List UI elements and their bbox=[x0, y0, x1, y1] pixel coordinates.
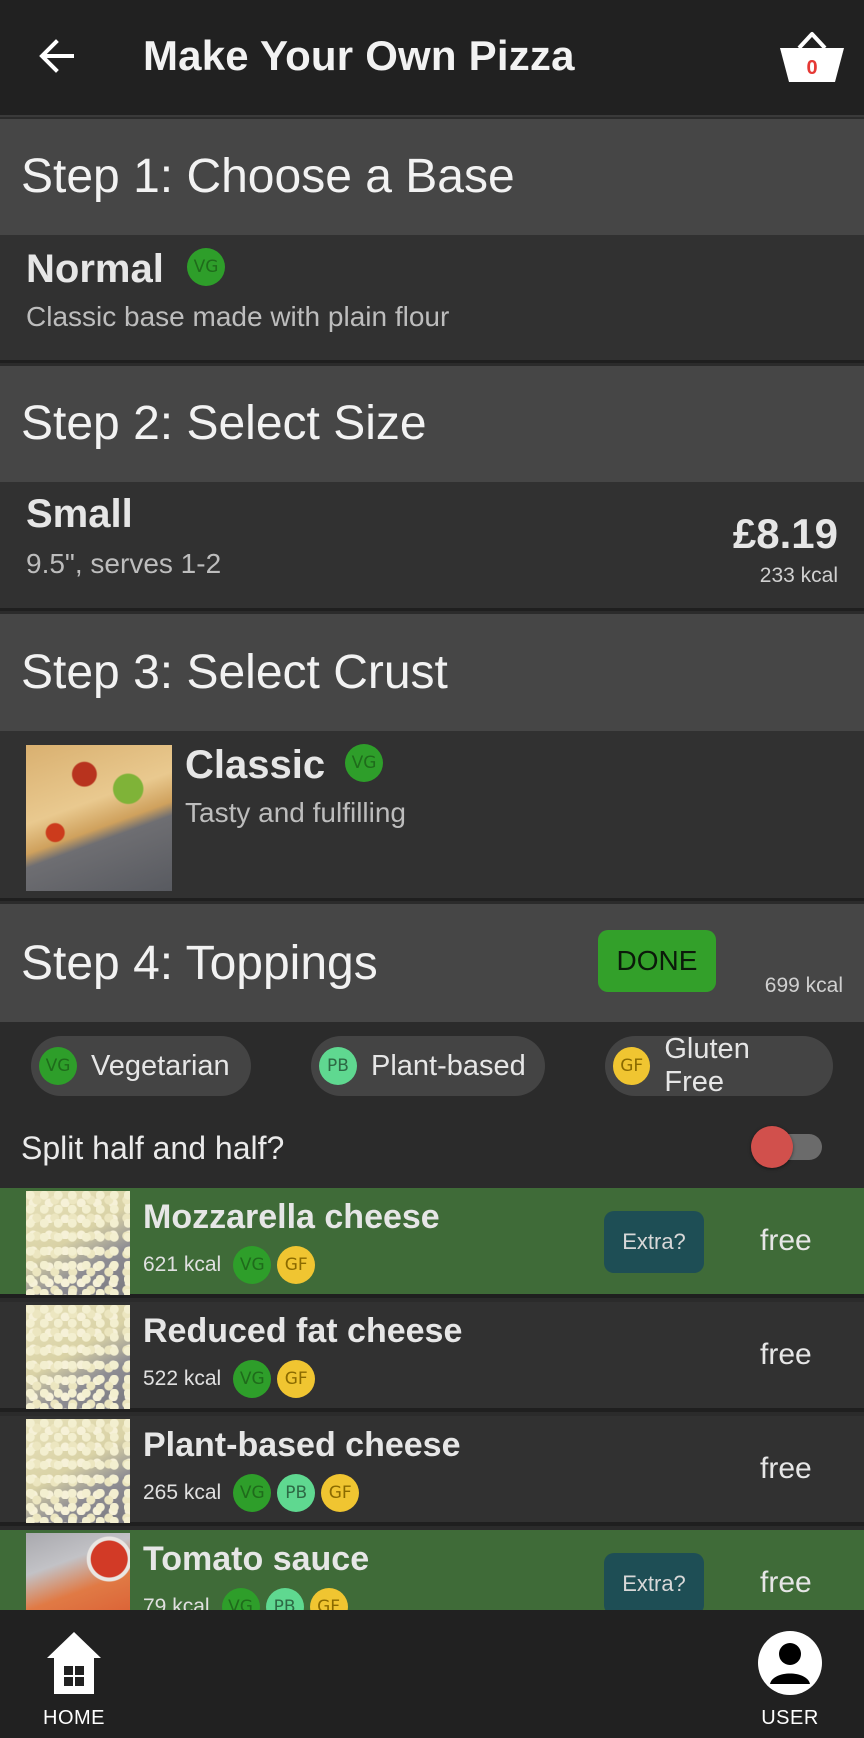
toppings-kcal: 699 kcal bbox=[764, 974, 843, 997]
vegetarian-badge-icon: VG bbox=[39, 1047, 77, 1085]
user-icon bbox=[758, 1631, 822, 1695]
topping-image bbox=[26, 1305, 130, 1409]
size-kcal: 233 kcal bbox=[759, 564, 838, 587]
extra-button[interactable]: Extra? bbox=[604, 1211, 704, 1273]
top-app-bar: Make Your Own Pizza 0 bbox=[0, 0, 864, 117]
topping-kcal: 621 kcal bbox=[143, 1253, 222, 1276]
gluten-free-badge-icon: GF bbox=[321, 1474, 360, 1512]
topping-price: free bbox=[760, 1224, 812, 1257]
extra-button[interactable]: Extra? bbox=[604, 1553, 704, 1615]
crust-name: Classic bbox=[185, 743, 326, 787]
vegetarian-badge-icon: VG bbox=[345, 744, 383, 782]
step2-header[interactable]: Step 2: Select Size bbox=[0, 366, 864, 482]
step2-heading: Step 2: Select Size bbox=[21, 397, 427, 450]
vegetarian-badge-icon: VG bbox=[187, 248, 225, 286]
size-description: 9.5", serves 1-2 bbox=[26, 548, 222, 579]
filter-label: Plant-based bbox=[371, 1049, 526, 1082]
vegetarian-badge-icon: VG bbox=[233, 1474, 272, 1512]
split-half-label: Split half and half? bbox=[21, 1130, 285, 1166]
crust-image bbox=[26, 745, 172, 891]
split-toggle-switch[interactable] bbox=[751, 1126, 793, 1168]
step3-header[interactable]: Step 3: Select Crust bbox=[0, 614, 864, 731]
nav-user[interactable]: USER bbox=[730, 1630, 850, 1730]
topping-row[interactable]: Reduced fat cheese 522 kcal VG GF free bbox=[0, 1302, 864, 1412]
home-icon bbox=[47, 1632, 101, 1694]
filter-label: Gluten Free bbox=[664, 1033, 750, 1098]
size-price: £8.19 bbox=[732, 510, 838, 557]
back-arrow-icon[interactable] bbox=[30, 30, 82, 82]
nav-user-label: USER bbox=[761, 1707, 819, 1729]
gluten-free-badge-icon: GF bbox=[613, 1047, 651, 1085]
basket-count-badge: 0 bbox=[806, 57, 818, 79]
topping-price: free bbox=[760, 1452, 812, 1485]
app-screen: Make Your Own Pizza 0 Step 1: Choose a B… bbox=[0, 0, 864, 1738]
plant-based-badge-icon: PB bbox=[319, 1047, 357, 1085]
filter-vegetarian[interactable]: VG Vegetarian bbox=[31, 1036, 251, 1096]
done-button[interactable]: DONE bbox=[598, 930, 716, 992]
crust-description: Tasty and fulfilling bbox=[185, 797, 407, 828]
size-option-small[interactable]: Small 9.5", serves 1-2 £8.19 233 kcal bbox=[0, 482, 864, 611]
vegetarian-badge-icon: VG bbox=[233, 1246, 272, 1284]
topping-info: 265 kcal VG PB GF bbox=[143, 1474, 365, 1512]
topping-name: Tomato sauce bbox=[143, 1540, 370, 1578]
topping-image bbox=[26, 1191, 130, 1295]
filter-plant-based[interactable]: PB Plant-based bbox=[311, 1036, 545, 1096]
gluten-free-badge-icon: GF bbox=[277, 1246, 316, 1284]
basket-button[interactable]: 0 bbox=[777, 28, 847, 88]
topping-name: Reduced fat cheese bbox=[143, 1312, 463, 1350]
topping-name: Plant-based cheese bbox=[143, 1426, 461, 1464]
topping-price: free bbox=[760, 1338, 812, 1371]
step4-heading: Step 4: Toppings bbox=[21, 937, 378, 990]
base-option-normal[interactable]: Normal VG Classic base made with plain f… bbox=[0, 235, 864, 363]
step3-heading: Step 3: Select Crust bbox=[21, 646, 448, 699]
step1-header[interactable]: Step 1: Choose a Base bbox=[0, 119, 864, 235]
base-name: Normal bbox=[26, 247, 164, 291]
vegetarian-badge-icon: VG bbox=[233, 1360, 272, 1398]
topping-row[interactable]: Mozzarella cheese 621 kcal VG GF Extra? … bbox=[0, 1188, 864, 1298]
page-title: Make Your Own Pizza bbox=[143, 32, 575, 79]
gluten-free-badge-icon: GF bbox=[277, 1360, 316, 1398]
topping-info: 522 kcal VG GF bbox=[143, 1360, 321, 1398]
split-half-row: Split half and half? bbox=[0, 1112, 864, 1188]
plant-based-badge-icon: PB bbox=[277, 1474, 316, 1512]
step4-header[interactable]: Step 4: Toppings DONE 699 kcal bbox=[0, 904, 864, 1022]
topping-image bbox=[26, 1419, 130, 1523]
topping-price: free bbox=[760, 1566, 812, 1599]
base-description: Classic base made with plain flour bbox=[26, 301, 450, 332]
size-name: Small bbox=[26, 492, 133, 536]
bottom-navigation: HOME USER bbox=[0, 1610, 864, 1738]
topping-kcal: 265 kcal bbox=[143, 1481, 222, 1504]
nav-home[interactable]: HOME bbox=[14, 1630, 134, 1730]
topping-info: 621 kcal VG GF bbox=[143, 1246, 321, 1284]
topping-row[interactable]: Plant-based cheese 265 kcal VG PB GF fre… bbox=[0, 1416, 864, 1526]
topping-name: Mozzarella cheese bbox=[143, 1198, 440, 1236]
filter-label: Vegetarian bbox=[91, 1049, 230, 1082]
crust-option-classic[interactable]: Classic VG Tasty and fulfilling bbox=[0, 731, 864, 901]
step1-heading: Step 1: Choose a Base bbox=[21, 150, 515, 203]
filter-gluten-free[interactable]: GF Gluten Free bbox=[605, 1033, 833, 1098]
topping-kcal: 522 kcal bbox=[143, 1367, 222, 1390]
nav-home-label: HOME bbox=[43, 1707, 105, 1729]
